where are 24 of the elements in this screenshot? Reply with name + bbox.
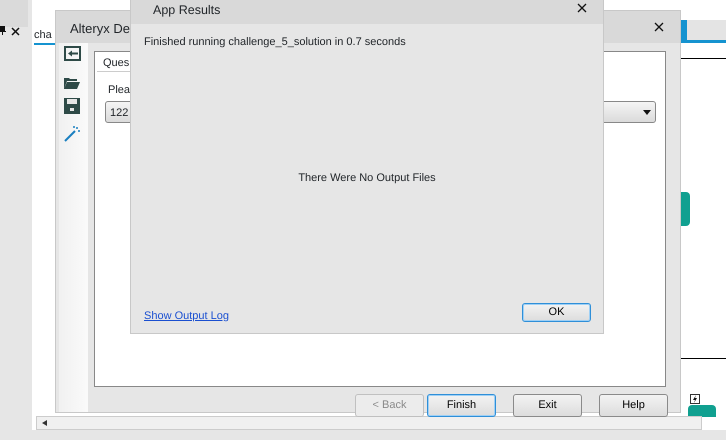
output-log-link[interactable]: Show Output Log [144,308,230,324]
horizontal-scrollbar[interactable] [36,416,702,430]
status-message: There Were No Output Files [297,171,437,186]
folder-icon[interactable] [64,76,80,89]
ok-button[interactable]: OK [522,303,591,322]
window-title: Alteryx De [70,20,130,38]
save-icon[interactable] [64,98,80,114]
exit-icon[interactable] [64,46,81,61]
close-icon[interactable] [654,22,664,32]
pin-icon[interactable] [0,26,6,35]
magic-wand-icon[interactable] [64,126,80,142]
prompt-label: Plea [108,83,130,98]
dialog-title: App Results [153,2,220,19]
panel-header [0,0,28,27]
result-message: Finished running challenge_5_solution in 0.7 seconds [144,35,406,50]
scroll-left-icon[interactable] [42,420,47,426]
wizard-button[interactable]: Finish [427,394,496,417]
wizard-button[interactable]: Exit [513,394,582,417]
panel-tab[interactable]: Ques [103,55,130,72]
close-icon[interactable] [11,27,20,36]
wizard-button[interactable]: Help [599,394,668,417]
close-icon[interactable] [577,3,587,13]
caret-icon[interactable] [643,110,651,115]
lightning-icon [690,394,700,404]
